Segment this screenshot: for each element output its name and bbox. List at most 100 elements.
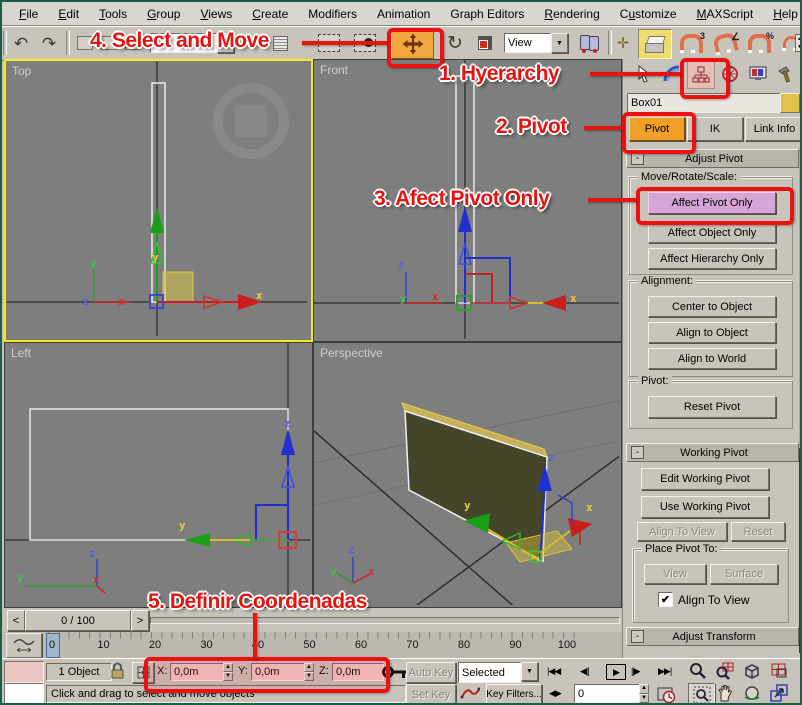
snap-toggle-button[interactable]: 3 — [676, 30, 706, 56]
time-configuration-button[interactable] — [656, 684, 676, 705]
zoom-all-button[interactable] — [715, 661, 740, 682]
redo-button[interactable]: ↷ — [36, 30, 62, 56]
frame-spinner[interactable]: ▲▼ — [639, 684, 649, 703]
menu-item-create[interactable]: Create — [243, 5, 297, 23]
viewport-front[interactable]: Front xzyx — [313, 59, 622, 342]
select-by-name-button[interactable] — [268, 30, 292, 56]
zoom-extents-button[interactable] — [742, 661, 767, 682]
align-to-view-button[interactable]: Align To View — [637, 522, 727, 541]
menu-item-group[interactable]: Group — [138, 5, 189, 23]
play-button[interactable]: ▶ — [606, 664, 626, 680]
align-to-object-button[interactable]: Align to Object — [648, 322, 776, 343]
prev-frame-button[interactable]: ◀|| — [580, 666, 589, 677]
tab-utilities[interactable] — [773, 61, 799, 87]
select-object-button[interactable]: ↖ — [240, 30, 264, 56]
reset-button[interactable]: Reset — [731, 522, 785, 541]
next-frame-button[interactable]: ||▶ — [631, 666, 640, 677]
time-slider-track[interactable] — [150, 617, 620, 624]
menu-item-maxscript[interactable]: MAXScript — [688, 5, 763, 23]
pan-button[interactable] — [715, 683, 740, 704]
menu-item-views[interactable]: Views — [191, 5, 241, 23]
place-pivot-surface-button[interactable]: Surface — [710, 564, 778, 584]
maxscript-mini-listener-white[interactable] — [4, 683, 44, 705]
viewport-area: Top yxyzx Front — [4, 59, 622, 608]
maximize-viewport-button[interactable] — [769, 683, 794, 704]
axis-label-y: y — [152, 251, 159, 264]
select-and-manipulate-button[interactable]: ✛ — [612, 30, 634, 56]
axis-label-z: z — [348, 543, 355, 556]
menu-item-modifiers[interactable]: Modifiers — [299, 5, 366, 23]
center-to-object-button[interactable]: Center to Object — [648, 296, 776, 317]
menu-item-customize[interactable]: Customize — [611, 5, 686, 23]
select-and-rotate-button[interactable]: ↻ — [441, 30, 469, 56]
tab-display[interactable] — [745, 61, 771, 87]
menu-item-graph-editors[interactable]: Graph Editors — [441, 5, 533, 23]
time-configuration-icon — [656, 684, 676, 704]
menu-item-help[interactable]: Help — [764, 5, 802, 23]
key-mode-button[interactable]: ◀▶ — [549, 688, 561, 699]
set-key-label: Set Key — [412, 689, 451, 701]
set-key-button[interactable]: Set Key — [406, 684, 456, 705]
mini-curve-editor-button[interactable] — [6, 633, 42, 658]
object-color-swatch[interactable] — [780, 93, 800, 113]
menu-item-tools[interactable]: Tools — [90, 5, 136, 23]
zoom-region-button[interactable] — [688, 683, 715, 705]
viewport-perspective[interactable]: Perspective — [313, 342, 622, 608]
reset-pivot-button[interactable]: Reset Pivot — [648, 396, 776, 418]
select-and-scale-button[interactable] — [472, 30, 498, 56]
undo-button[interactable]: ↶ — [8, 30, 34, 56]
align-to-view-checkbox-label: Align To View — [678, 593, 750, 607]
selection-filter-dropdown[interactable]: ▼ — [150, 33, 234, 53]
bind-spacewarp-button[interactable] — [122, 30, 144, 56]
reference-coordinate-dropdown[interactable]: View ▼ — [504, 33, 568, 53]
place-pivot-view-label: View — [663, 568, 687, 580]
time-slider-prev-button[interactable]: < — [7, 610, 25, 631]
viewport-top[interactable]: Top yxyzx — [4, 59, 313, 342]
spinner-snap-button[interactable]: ▲▼ — [778, 30, 802, 56]
key-filters-button[interactable]: Key Filters... — [486, 684, 542, 705]
zoom-extents-all-button[interactable] — [769, 661, 794, 682]
default-in-out-tangent-button[interactable] — [460, 684, 480, 705]
menu-item-animation[interactable]: Animation — [368, 5, 439, 23]
zoom-button[interactable] — [688, 661, 713, 682]
place-pivot-view-button[interactable]: View — [644, 564, 706, 584]
align-to-view-checkbox[interactable]: ✔ — [658, 592, 673, 607]
adjust-transform-rollout[interactable]: - Adjust Transform — [626, 627, 799, 646]
timeline-ruler[interactable]: 0102030405060708090100 — [4, 632, 622, 659]
goto-start-button[interactable]: |◀◀ — [547, 666, 560, 677]
menu-item-file[interactable]: File — [10, 5, 47, 23]
axis-label-x: x — [570, 292, 577, 305]
edit-working-pivot-button[interactable]: Edit Working Pivot — [641, 468, 769, 490]
time-slider-handle[interactable]: 0 / 100 — [25, 610, 131, 631]
current-frame-field[interactable]: 0 — [574, 684, 644, 703]
align-to-world-button[interactable]: Align to World — [648, 348, 776, 369]
angle-snap-button[interactable]: ∠ — [710, 30, 740, 56]
link-info-tab-button[interactable]: Link Info — [745, 117, 802, 141]
goto-end-button[interactable]: ▶▶| — [658, 666, 671, 677]
time-type-dropdown[interactable]: Selected ▼ — [458, 662, 538, 681]
menu-item-edit[interactable]: Edit — [49, 5, 88, 23]
auto-key-button[interactable]: Auto Key — [406, 662, 456, 683]
viewport-left[interactable]: Left zyzyx — [4, 342, 313, 608]
use-working-pivot-button[interactable]: Use Working Pivot — [641, 496, 769, 518]
percent-snap-button[interactable]: % — [744, 30, 774, 56]
time-slider-next-button[interactable]: > — [131, 610, 149, 631]
adjust-pivot-title: Adjust Pivot — [648, 153, 780, 165]
use-pivot-center-button[interactable] — [574, 30, 604, 56]
affect-hierarchy-only-button[interactable]: Affect Hierarchy Only — [648, 248, 776, 269]
alignment-label: Alignment: — [638, 275, 696, 287]
menu-item-rendering[interactable]: Rendering — [535, 5, 608, 23]
maxscript-mini-listener-pink[interactable] — [4, 661, 44, 683]
align-to-view-label: Align To View — [649, 526, 715, 538]
select-and-link-button[interactable] — [74, 30, 96, 56]
affect-object-only-button[interactable]: Affect Object Only — [648, 222, 776, 243]
selection-lock-button[interactable] — [109, 662, 126, 683]
maximize-viewport-icon — [769, 683, 789, 703]
prev-frame-icon: ◀|| — [580, 666, 589, 676]
unlink-selection-button[interactable] — [98, 30, 120, 56]
keyboard-override-button[interactable] — [638, 29, 672, 59]
arc-rotate-button[interactable] — [742, 683, 767, 704]
working-pivot-rollout[interactable]: - Working Pivot — [626, 443, 799, 462]
auto-key-label: Auto Key — [409, 667, 454, 679]
zoom-icon — [688, 661, 708, 681]
